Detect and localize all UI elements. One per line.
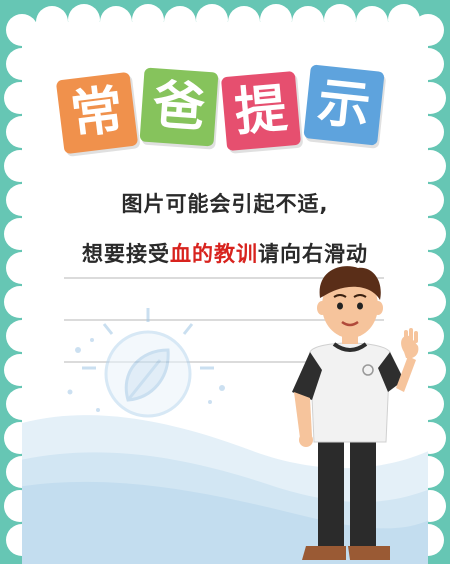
title-banner: 常 爸 提 示	[52, 56, 392, 166]
title-tile-2: 爸	[139, 67, 219, 147]
title-tile-3: 提	[220, 70, 302, 152]
title-char-3: 提	[232, 78, 290, 144]
title-char-2: 爸	[150, 75, 208, 139]
warning-line-1: 图片可能会引起不适,	[121, 192, 329, 216]
title-tile-1: 常	[55, 71, 139, 155]
warning-line-2-prefix: 想要接受	[82, 242, 170, 266]
warning-line-2-highlight: 血的教训	[170, 242, 258, 266]
title-char-1: 常	[67, 80, 127, 146]
title-char-4: 示	[314, 72, 373, 138]
title-tile-4: 示	[303, 64, 385, 146]
warning-line-2-suffix: 请向右滑动	[258, 242, 368, 266]
warning-line-2: 想要接受血的教训请向右滑动	[0, 238, 450, 268]
